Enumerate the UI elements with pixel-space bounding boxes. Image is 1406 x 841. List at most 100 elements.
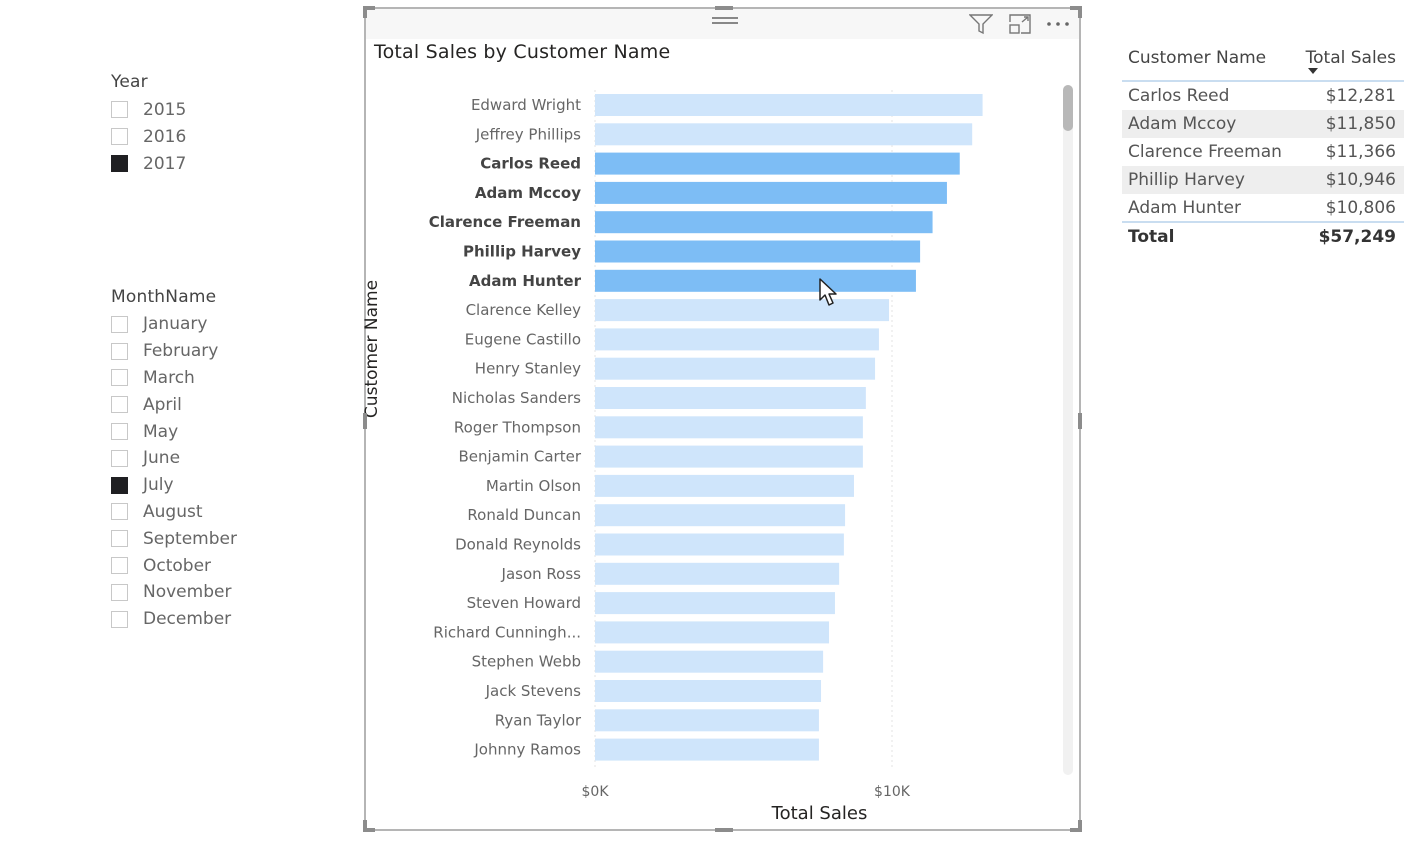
bar[interactable] bbox=[595, 738, 819, 761]
resize-handle[interactable] bbox=[715, 6, 733, 10]
month-option[interactable]: July bbox=[111, 472, 237, 499]
checkbox[interactable] bbox=[111, 449, 128, 467]
bar[interactable] bbox=[595, 181, 947, 204]
bar[interactable] bbox=[595, 533, 844, 556]
y-tick-label[interactable]: Clarence Freeman bbox=[429, 213, 581, 231]
year-slicer-title: Year bbox=[111, 72, 148, 92]
bar[interactable] bbox=[595, 445, 863, 468]
y-tick-label[interactable]: Edward Wright bbox=[471, 96, 581, 114]
month-option[interactable]: March bbox=[111, 365, 237, 392]
table-row[interactable]: Adam Mccoy $11,850 bbox=[1122, 110, 1404, 138]
month-option[interactable]: January bbox=[111, 311, 237, 338]
checkbox[interactable] bbox=[111, 155, 128, 172]
month-option-label: June bbox=[143, 448, 181, 469]
bar[interactable] bbox=[595, 592, 835, 615]
y-tick-label[interactable]: Jason Ross bbox=[501, 565, 582, 583]
y-tick-label[interactable]: Roger Thompson bbox=[454, 418, 581, 436]
month-option[interactable]: November bbox=[111, 579, 237, 606]
checkbox[interactable] bbox=[111, 101, 128, 118]
bar-chart-visual[interactable]: Total Sales by Customer Name Customer Na… bbox=[362, 6, 1082, 832]
scrollbar-track[interactable] bbox=[1063, 85, 1073, 775]
checkbox[interactable] bbox=[111, 530, 128, 548]
checkbox[interactable] bbox=[111, 342, 128, 360]
checkbox[interactable] bbox=[111, 583, 128, 601]
table-row[interactable]: Adam Hunter $10,806 bbox=[1122, 194, 1404, 223]
table-row[interactable]: Carlos Reed $12,281 bbox=[1122, 82, 1404, 110]
bar[interactable] bbox=[595, 387, 866, 409]
y-tick-label[interactable]: Martin Olson bbox=[486, 477, 581, 495]
checkbox[interactable] bbox=[111, 557, 128, 575]
resize-handle[interactable] bbox=[715, 828, 733, 832]
y-tick-label[interactable]: Ryan Taylor bbox=[495, 711, 582, 729]
bar[interactable] bbox=[595, 504, 846, 527]
y-tick-label[interactable]: Richard Cunningh... bbox=[433, 623, 581, 641]
y-tick-label[interactable]: Adam Hunter bbox=[469, 272, 582, 290]
resize-handle[interactable] bbox=[363, 413, 367, 429]
checkbox[interactable] bbox=[111, 396, 128, 414]
month-option[interactable]: May bbox=[111, 418, 237, 445]
bar[interactable] bbox=[595, 474, 854, 497]
bar[interactable] bbox=[595, 680, 822, 702]
checkbox[interactable] bbox=[111, 369, 128, 387]
year-option-2017[interactable]: 2017 bbox=[111, 150, 186, 177]
resize-handle[interactable] bbox=[363, 820, 367, 832]
y-tick-label[interactable]: Carlos Reed bbox=[480, 155, 581, 173]
y-tick-label[interactable]: Ronald Duncan bbox=[467, 506, 581, 524]
y-tick-label[interactable]: Henry Stanley bbox=[475, 360, 581, 378]
month-option[interactable]: August bbox=[111, 499, 237, 526]
month-option-label: September bbox=[143, 528, 237, 549]
bar[interactable] bbox=[595, 357, 876, 380]
y-tick-label[interactable]: Nicholas Sanders bbox=[452, 389, 581, 407]
resize-handle[interactable] bbox=[1078, 820, 1082, 832]
bar[interactable] bbox=[595, 299, 890, 322]
bar[interactable] bbox=[595, 123, 973, 146]
bar[interactable] bbox=[595, 709, 819, 732]
table-row[interactable]: Phillip Harvey $10,946 bbox=[1122, 166, 1404, 194]
checkbox[interactable] bbox=[111, 128, 128, 145]
month-option[interactable]: December bbox=[111, 606, 237, 633]
bar[interactable] bbox=[595, 94, 983, 116]
y-tick-label[interactable]: Eugene Castillo bbox=[465, 330, 581, 348]
checkbox[interactable] bbox=[111, 476, 128, 494]
y-tick-label[interactable]: Johnny Ramos bbox=[473, 741, 581, 759]
bar[interactable] bbox=[595, 416, 863, 439]
y-tick-label[interactable]: Adam Mccoy bbox=[475, 184, 581, 202]
bar[interactable] bbox=[595, 328, 879, 351]
bar[interactable] bbox=[595, 211, 933, 234]
month-option[interactable]: June bbox=[111, 445, 237, 472]
column-header-customer-name[interactable]: Customer Name bbox=[1128, 48, 1266, 68]
checkbox[interactable] bbox=[111, 423, 128, 441]
checkbox[interactable] bbox=[111, 315, 128, 333]
bar[interactable] bbox=[595, 152, 960, 175]
y-tick-label[interactable]: Jeffrey Phillips bbox=[475, 125, 581, 143]
y-tick-label[interactable]: Donald Reynolds bbox=[455, 536, 581, 554]
month-option-label: April bbox=[143, 394, 182, 415]
year-option-2016[interactable]: 2016 bbox=[111, 123, 186, 150]
month-option[interactable]: February bbox=[111, 338, 237, 365]
table-row[interactable]: Clarence Freeman $11,366 bbox=[1122, 138, 1404, 166]
year-option-2015[interactable]: 2015 bbox=[111, 96, 186, 123]
y-tick-label[interactable]: Benjamin Carter bbox=[458, 448, 581, 466]
month-option[interactable]: September bbox=[111, 525, 237, 552]
y-tick-label[interactable]: Phillip Harvey bbox=[463, 243, 581, 261]
resize-handle[interactable] bbox=[1078, 413, 1082, 429]
month-option[interactable]: October bbox=[111, 552, 237, 579]
y-tick-label[interactable]: Jack Stevens bbox=[485, 682, 582, 700]
bar[interactable] bbox=[595, 240, 921, 263]
month-option[interactable]: April bbox=[111, 391, 237, 418]
column-header-total-sales[interactable]: Total Sales bbox=[1306, 48, 1396, 74]
y-tick-label[interactable]: Steven Howard bbox=[467, 594, 581, 612]
resize-handle[interactable] bbox=[363, 6, 367, 18]
bar[interactable] bbox=[595, 562, 840, 585]
resize-handle[interactable] bbox=[1078, 6, 1082, 18]
scrollbar-thumb[interactable] bbox=[1063, 85, 1073, 131]
month-option-label: July bbox=[143, 475, 174, 496]
checkbox[interactable] bbox=[111, 610, 128, 628]
y-tick-label[interactable]: Clarence Kelley bbox=[466, 301, 582, 319]
checkbox[interactable] bbox=[111, 503, 128, 521]
month-option-label: May bbox=[143, 421, 179, 442]
bar[interactable] bbox=[595, 621, 830, 644]
bar[interactable] bbox=[595, 269, 916, 292]
y-tick-label[interactable]: Stephen Webb bbox=[472, 653, 581, 671]
bar[interactable] bbox=[595, 650, 824, 673]
